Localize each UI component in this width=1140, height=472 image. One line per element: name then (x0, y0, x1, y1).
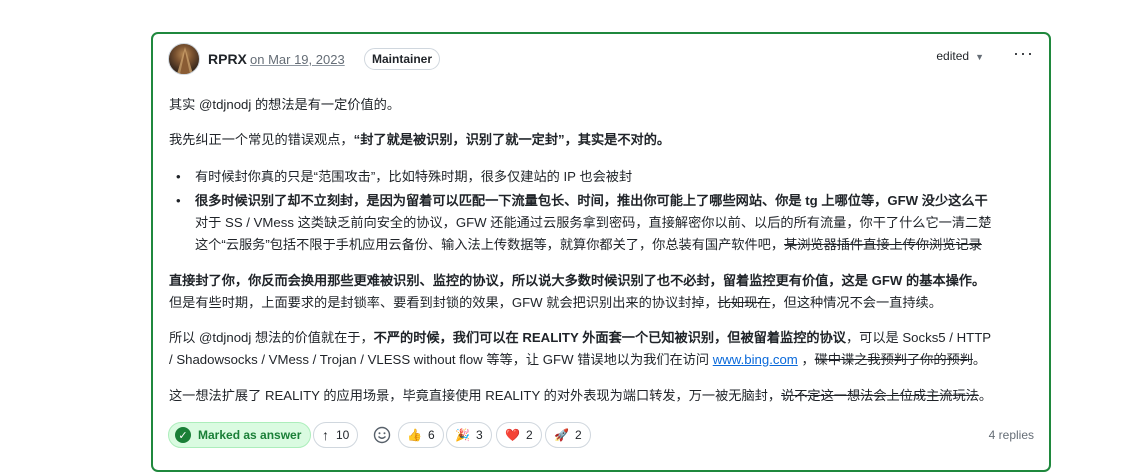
reaction-count: 6 (427, 428, 435, 442)
list-item: 有时候封你真的只是“范围攻击”，比如特殊时期，很多仅建站的 IP 也会被封 (169, 166, 1039, 188)
p6-pre: 这一想法扩展了 REALITY 的应用场景，毕竟直接使用 REALITY 的对外… (169, 388, 782, 403)
bing-link[interactable]: www.bing.com (713, 352, 798, 367)
paragraph-2: 我先纠正一个常见的错误观点，“封了就是被识别，识别了就一定封”，其实是不对的。 (169, 129, 670, 151)
avatar[interactable] (168, 43, 200, 75)
marked-as-answer-badge[interactable]: ✓ Marked as answer (168, 422, 312, 448)
p5-end: 。 (972, 352, 987, 367)
p2-bold: “封了就是被识别，识别了就一定封”，其实是不对的。 (353, 132, 671, 147)
arrow-up-icon: ↑ (322, 427, 329, 443)
reaction-count: 3 (475, 428, 483, 442)
paragraph-1: 其实 @tdjnodj 的想法是有一定价值的。 (169, 97, 401, 112)
thumbs-up-icon: 👍 (407, 428, 422, 442)
paragraph-6: 这一想法扩展了 REALITY 的应用场景，毕竟直接使用 REALITY 的对外… (169, 385, 992, 407)
answer-label: Marked as answer (198, 428, 302, 442)
more-options-button[interactable]: ··· (1013, 43, 1034, 64)
reaction-rocket[interactable]: 🚀 2 (545, 422, 591, 448)
edited-label: edited (936, 49, 970, 63)
reaction-count: 2 (525, 428, 533, 442)
paragraph-4: 直接封了你，你反而会换用那些更难被识别、监控的协议，所以说大多数时候识别了也不必… (169, 270, 985, 314)
maintainer-badge: Maintainer (364, 48, 441, 70)
list-item: 很多时候识别了却不立刻封，是因为留着可以匹配一下流量包长、时间，推出你可能上了哪… (169, 190, 1039, 256)
reaction-thumbsup[interactable]: 👍 6 (398, 422, 444, 448)
add-reaction-button[interactable] (369, 422, 395, 448)
paragraph-5: 所以 @tdjnodj 想法的价值就在于，不严的时候，我们可以在 REALITY… (169, 327, 991, 371)
check-circle-icon: ✓ (175, 427, 191, 443)
rocket-icon: 🚀 (554, 428, 569, 442)
party-popper-icon: 🎉 (455, 428, 470, 442)
li1-text: 有时候封你真的只是“范围攻击”，比如特殊时期，很多仅建站的 IP 也会被封 (195, 169, 633, 184)
reaction-count: 2 (574, 428, 582, 442)
edited-dropdown[interactable]: edited ▼ (936, 49, 984, 63)
reaction-heart[interactable]: ❤️ 2 (496, 422, 542, 448)
author-name[interactable]: RPRX (208, 51, 247, 67)
p5-mid: ，可以是 Socks5 / HTTP (845, 330, 992, 345)
li2-line3: 这个“云服务”包括不限于手机应用云备份、输入法上传数据等，就算你都关了，你总装有… (195, 237, 785, 252)
discussion-comment-card: RPRX on Mar 19, 2023 Maintainer edited ▼ … (151, 32, 1051, 472)
heart-icon: ❤️ (505, 428, 520, 442)
p5-sep: ， (797, 352, 815, 367)
p4-strike: 比如现在 (717, 295, 771, 310)
replies-count[interactable]: 4 replies (989, 428, 1034, 442)
bullet-list: 有时候封你真的只是“范围攻击”，比如特殊时期，很多仅建站的 IP 也会被封 很多… (169, 166, 1039, 258)
p5-line2: / Shadowsocks / VMess / Trojan / VLESS w… (169, 352, 713, 367)
avatar-image (177, 47, 193, 74)
p4-bold: 直接封了你，你反而会换用那些更难被识别、监控的协议，所以说大多数时候识别了也不必… (169, 273, 986, 288)
p5-bold: 不严的时候，我们可以在 REALITY 外面套一个已知被识别，但被留着监控的协议 (373, 330, 846, 345)
li2-line2: 对于 SS / VMess 这类缺乏前向安全的协议，GFW 还能通过云服务拿到密… (195, 215, 992, 230)
p2-text: 我先纠正一个常见的错误观点， (169, 132, 354, 147)
reaction-tada[interactable]: 🎉 3 (446, 422, 492, 448)
upvote-count: 10 (336, 428, 350, 442)
p6-end: 。 (978, 388, 993, 403)
upvote-button[interactable]: ↑ 10 (313, 422, 359, 448)
p4-text: 但是有些时期，上面要求的是封锁率、要看到封锁的效果，GFW 就会把识别出来的协议… (169, 295, 718, 310)
smiley-icon (373, 426, 391, 444)
comment-header: RPRX on Mar 19, 2023 Maintainer edited ▼ … (168, 43, 1034, 79)
post-date[interactable]: on Mar 19, 2023 (250, 52, 345, 67)
p5-strike: 碟中谍之我预判了你的预判 (814, 352, 973, 367)
p6-strike: 说不定这一想法会上位成主流玩法 (781, 388, 979, 403)
li2-strike: 某浏览器插件直接上传你浏览记录 (784, 237, 982, 252)
p5-pre: 所以 @tdjnodj 想法的价值就在于， (169, 330, 374, 345)
p4-end: ，但这种情况不会一直持续。 (770, 295, 942, 310)
comment-footer: ✓ Marked as answer ↑ 10 👍 6 🎉 3 ❤️ 2 🚀 2… (168, 422, 1034, 450)
chevron-down-icon: ▼ (975, 52, 984, 62)
li2-bold: 很多时候识别了却不立刻封，是因为留着可以匹配一下流量包长、时间，推出你可能上了哪… (195, 193, 988, 208)
